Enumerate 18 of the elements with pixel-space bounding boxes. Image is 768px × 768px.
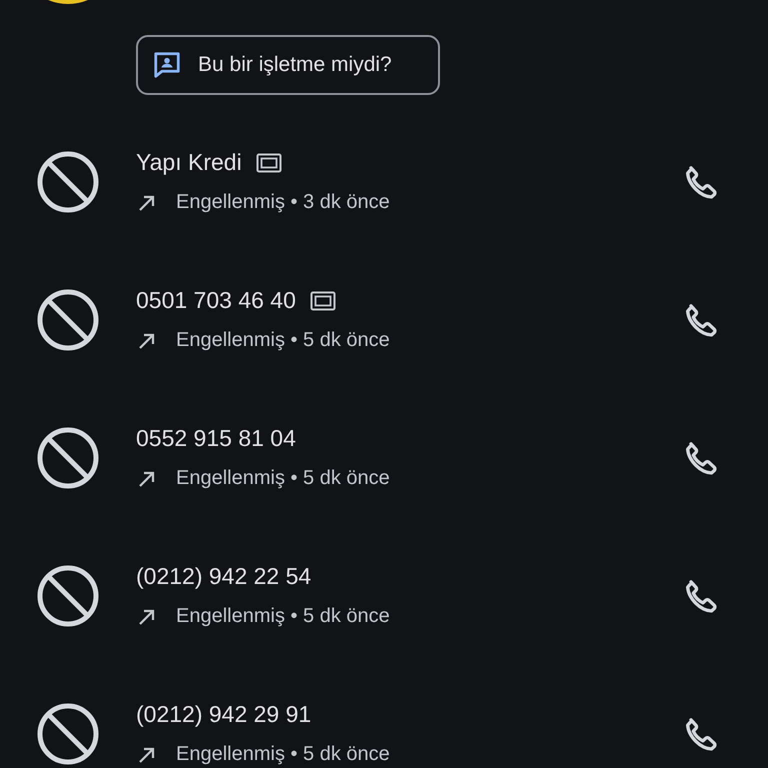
blocked-icon xyxy=(36,288,100,352)
blocked-icon xyxy=(36,564,100,628)
contact-card-icon xyxy=(152,50,182,80)
caller-name: Yapı Kredi xyxy=(136,149,242,176)
call-status: Engellenmiş • 5 dk önce xyxy=(176,605,390,628)
avatar-icon xyxy=(48,0,88,4)
blocked-icon xyxy=(36,150,100,214)
business-feedback-button[interactable]: Bu bir işletme miydi? xyxy=(136,35,440,95)
caller-name: (0212) 942 29 91 xyxy=(136,701,312,728)
caller-name: (0212) 942 22 54 xyxy=(136,563,312,590)
call-status: Engellenmiş • 3 dk önce xyxy=(176,191,390,214)
blocked-icon xyxy=(36,702,100,766)
caller-name: 0501 703 46 40 xyxy=(136,287,296,314)
call-status: Engellenmiş • 5 dk önce xyxy=(176,467,390,490)
call-status: Engellenmiş • 5 dk önce xyxy=(176,329,390,352)
call-status: Engellenmiş • 5 dk önce xyxy=(176,743,390,766)
blocked-icon xyxy=(36,426,100,490)
caller-name: 0552 915 81 04 xyxy=(136,425,296,452)
